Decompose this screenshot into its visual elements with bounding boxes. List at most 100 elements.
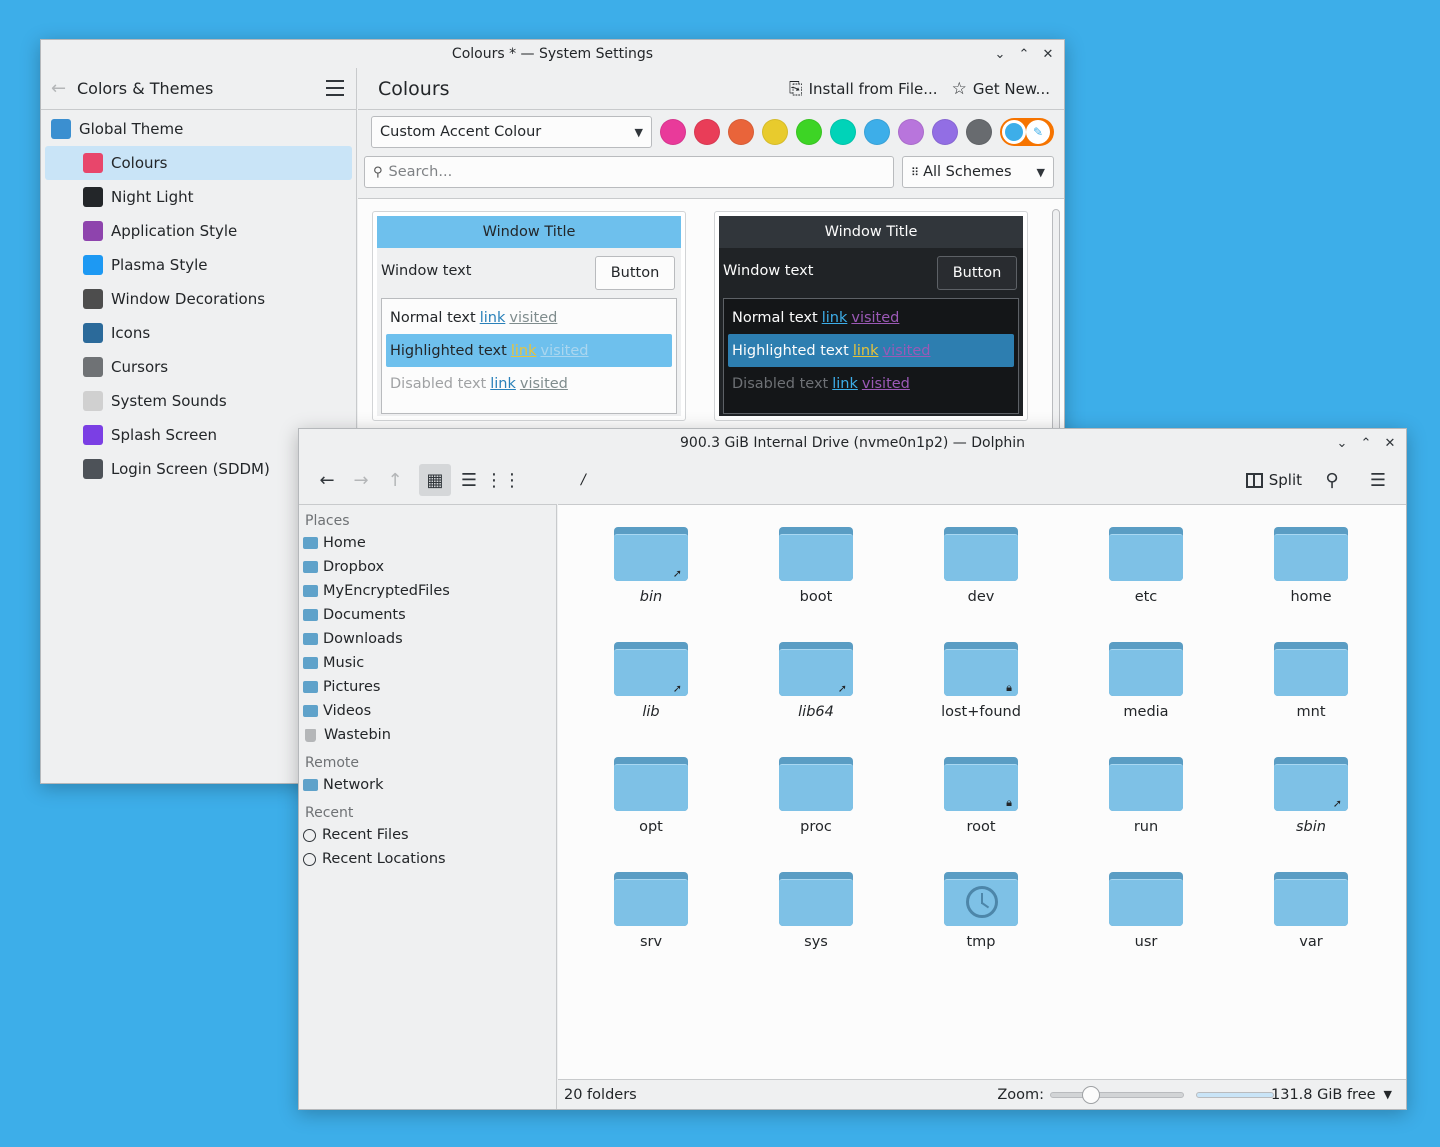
sidebar-item-colours[interactable]: Colours — [45, 146, 352, 180]
folder-count: 20 folders — [564, 1086, 637, 1103]
split-button[interactable]: Split — [1245, 471, 1302, 489]
close-button[interactable]: ✕ — [1382, 433, 1398, 453]
folder-item[interactable]: var — [1256, 850, 1366, 950]
folder-item[interactable]: run — [1091, 735, 1201, 835]
places-item-recent-locations[interactable]: Recent Locations — [299, 847, 556, 871]
folder-item[interactable]: ➚ lib64 — [761, 620, 871, 720]
folder-item[interactable]: dev — [926, 505, 1036, 605]
folder-item[interactable]: boot — [761, 505, 871, 605]
places-item-downloads[interactable]: Downloads — [299, 627, 556, 651]
get-new-button[interactable]: ☆ Get New... — [952, 79, 1050, 99]
sidebar-item-label: Colours — [111, 154, 168, 172]
folder-icon: ➚ — [614, 527, 688, 581]
places-item-recent-files[interactable]: Recent Files — [299, 823, 556, 847]
star-icon: ☆ — [951, 78, 967, 99]
accent-swatch[interactable] — [932, 119, 958, 145]
places-item-dropbox[interactable]: Dropbox — [299, 555, 556, 579]
accent-swatch[interactable] — [694, 119, 720, 145]
maximize-button[interactable]: ⌃ — [1016, 44, 1032, 64]
places-item-wastebin[interactable]: Wastebin — [299, 723, 556, 747]
details-view-button[interactable]: ☰ — [453, 464, 485, 496]
folder-item[interactable]: tmp — [926, 850, 1036, 950]
folder-icon: 🔒︎ — [944, 642, 1018, 696]
colours-icon — [83, 153, 103, 173]
sidebar-item-icons[interactable]: Icons — [45, 316, 352, 350]
folder-item[interactable]: sys — [761, 850, 871, 950]
accent-swatch[interactable] — [762, 119, 788, 145]
hamburger-menu-icon[interactable]: ☰ — [1362, 464, 1394, 496]
folder-item[interactable]: ➚ sbin — [1256, 735, 1366, 835]
close-button[interactable]: ✕ — [1040, 44, 1056, 64]
search-button[interactable]: ⚲ — [1316, 464, 1348, 496]
scheme-filter-combo[interactable]: ⠿ All Schemes ▼ — [902, 156, 1054, 188]
folder-icon — [303, 705, 318, 717]
folder-item[interactable]: media — [1091, 620, 1201, 720]
places-item-videos[interactable]: Videos — [299, 699, 556, 723]
folder-item[interactable]: ➚ lib — [596, 620, 706, 720]
back-button[interactable]: ← — [311, 464, 343, 496]
accent-swatch[interactable] — [728, 119, 754, 145]
splash-screen-icon — [83, 425, 103, 445]
folder-item[interactable]: usr — [1091, 850, 1201, 950]
scrollbar[interactable] — [1052, 209, 1060, 449]
folder-item[interactable]: mnt — [1256, 620, 1366, 720]
folder-item[interactable]: 🔒︎ root — [926, 735, 1036, 835]
places-item-pictures[interactable]: Pictures — [299, 675, 556, 699]
folder-icon — [779, 757, 853, 811]
accent-swatch[interactable] — [898, 119, 924, 145]
sidebar-item-system-sounds[interactable]: System Sounds — [45, 384, 352, 418]
settings-titlebar[interactable]: Colours * — System Settings ⌄ ⌃ ✕ — [41, 40, 1064, 68]
folder-item[interactable]: ➚ bin — [596, 505, 706, 605]
places-item-label: Wastebin — [324, 727, 391, 743]
accent-swatch[interactable] — [796, 119, 822, 145]
compact-view-button[interactable]: ⋮⋮ — [485, 464, 521, 496]
places-item-network[interactable]: Network — [299, 773, 556, 797]
accent-swatch[interactable] — [966, 119, 992, 145]
accent-swatch[interactable] — [830, 119, 856, 145]
sidebar-item-night-light[interactable]: Night Light — [45, 180, 352, 214]
folder-icon — [779, 872, 853, 926]
sidebar-item-global-theme[interactable]: Global Theme — [45, 112, 352, 146]
accent-swatch[interactable] — [660, 119, 686, 145]
accent-colour-combo[interactable]: Custom Accent Colour ▼ — [371, 116, 652, 148]
sidebar-item-application-style[interactable]: Application Style — [45, 214, 352, 248]
places-item-music[interactable]: Music — [299, 651, 556, 675]
custom-accent-picker[interactable]: ✎ — [1000, 118, 1054, 146]
places-item-myencryptedfiles[interactable]: MyEncryptedFiles — [299, 579, 556, 603]
places-item-label: Music — [323, 655, 365, 671]
zoom-slider[interactable] — [1050, 1085, 1184, 1104]
install-from-file-button[interactable]: ⎘ Install from File... — [789, 79, 938, 99]
folder-item[interactable]: srv — [596, 850, 706, 950]
preview-highlighted-text: Highlighted text — [732, 342, 849, 359]
forward-button[interactable]: → — [345, 464, 377, 496]
sidebar-item-window-decorations[interactable]: Window Decorations — [45, 282, 352, 316]
maximize-button[interactable]: ⌃ — [1358, 433, 1374, 453]
scheme-card-light[interactable]: Window Title Window text Button Normal t… — [372, 211, 686, 421]
breadcrumb[interactable]: / — [581, 472, 586, 488]
places-item-home[interactable]: Home — [299, 531, 556, 555]
free-space-indicator[interactable]: 131.8 GiB free ▼ — [1271, 1087, 1392, 1103]
folder-item[interactable]: proc — [761, 735, 871, 835]
folder-item[interactable]: home — [1256, 505, 1366, 605]
folder-item[interactable]: 🔒︎ lost+found — [926, 620, 1036, 720]
preview-button: Button — [937, 256, 1017, 290]
back-arrow-icon[interactable]: ← — [51, 78, 77, 99]
scheme-card-dark[interactable]: Window Title Window text Button Normal t… — [714, 211, 1028, 421]
preview-visited: visited — [509, 309, 558, 326]
sidebar-item-cursors[interactable]: Cursors — [45, 350, 352, 384]
dolphin-toolbar: ← → ↑ ▦ ☰ ⋮⋮ / Split ⚲ ☰ — [299, 457, 1406, 503]
scheme-search-input[interactable]: ⚲ Search... — [364, 156, 894, 188]
zoom-slider-handle[interactable] — [1082, 1085, 1101, 1104]
folder-item[interactable]: etc — [1091, 505, 1201, 605]
folder-icon: 🔒︎ — [944, 757, 1018, 811]
minimize-button[interactable]: ⌄ — [992, 44, 1008, 64]
dolphin-titlebar[interactable]: 900.3 GiB Internal Drive (nvme0n1p2) — D… — [299, 429, 1406, 457]
folder-item[interactable]: opt — [596, 735, 706, 835]
accent-swatch[interactable] — [864, 119, 890, 145]
hamburger-menu-icon[interactable] — [326, 80, 344, 96]
sidebar-item-plasma-style[interactable]: Plasma Style — [45, 248, 352, 282]
up-button[interactable]: ↑ — [379, 464, 411, 496]
places-item-documents[interactable]: Documents — [299, 603, 556, 627]
icons-view-button[interactable]: ▦ — [419, 464, 451, 496]
minimize-button[interactable]: ⌄ — [1334, 433, 1350, 453]
